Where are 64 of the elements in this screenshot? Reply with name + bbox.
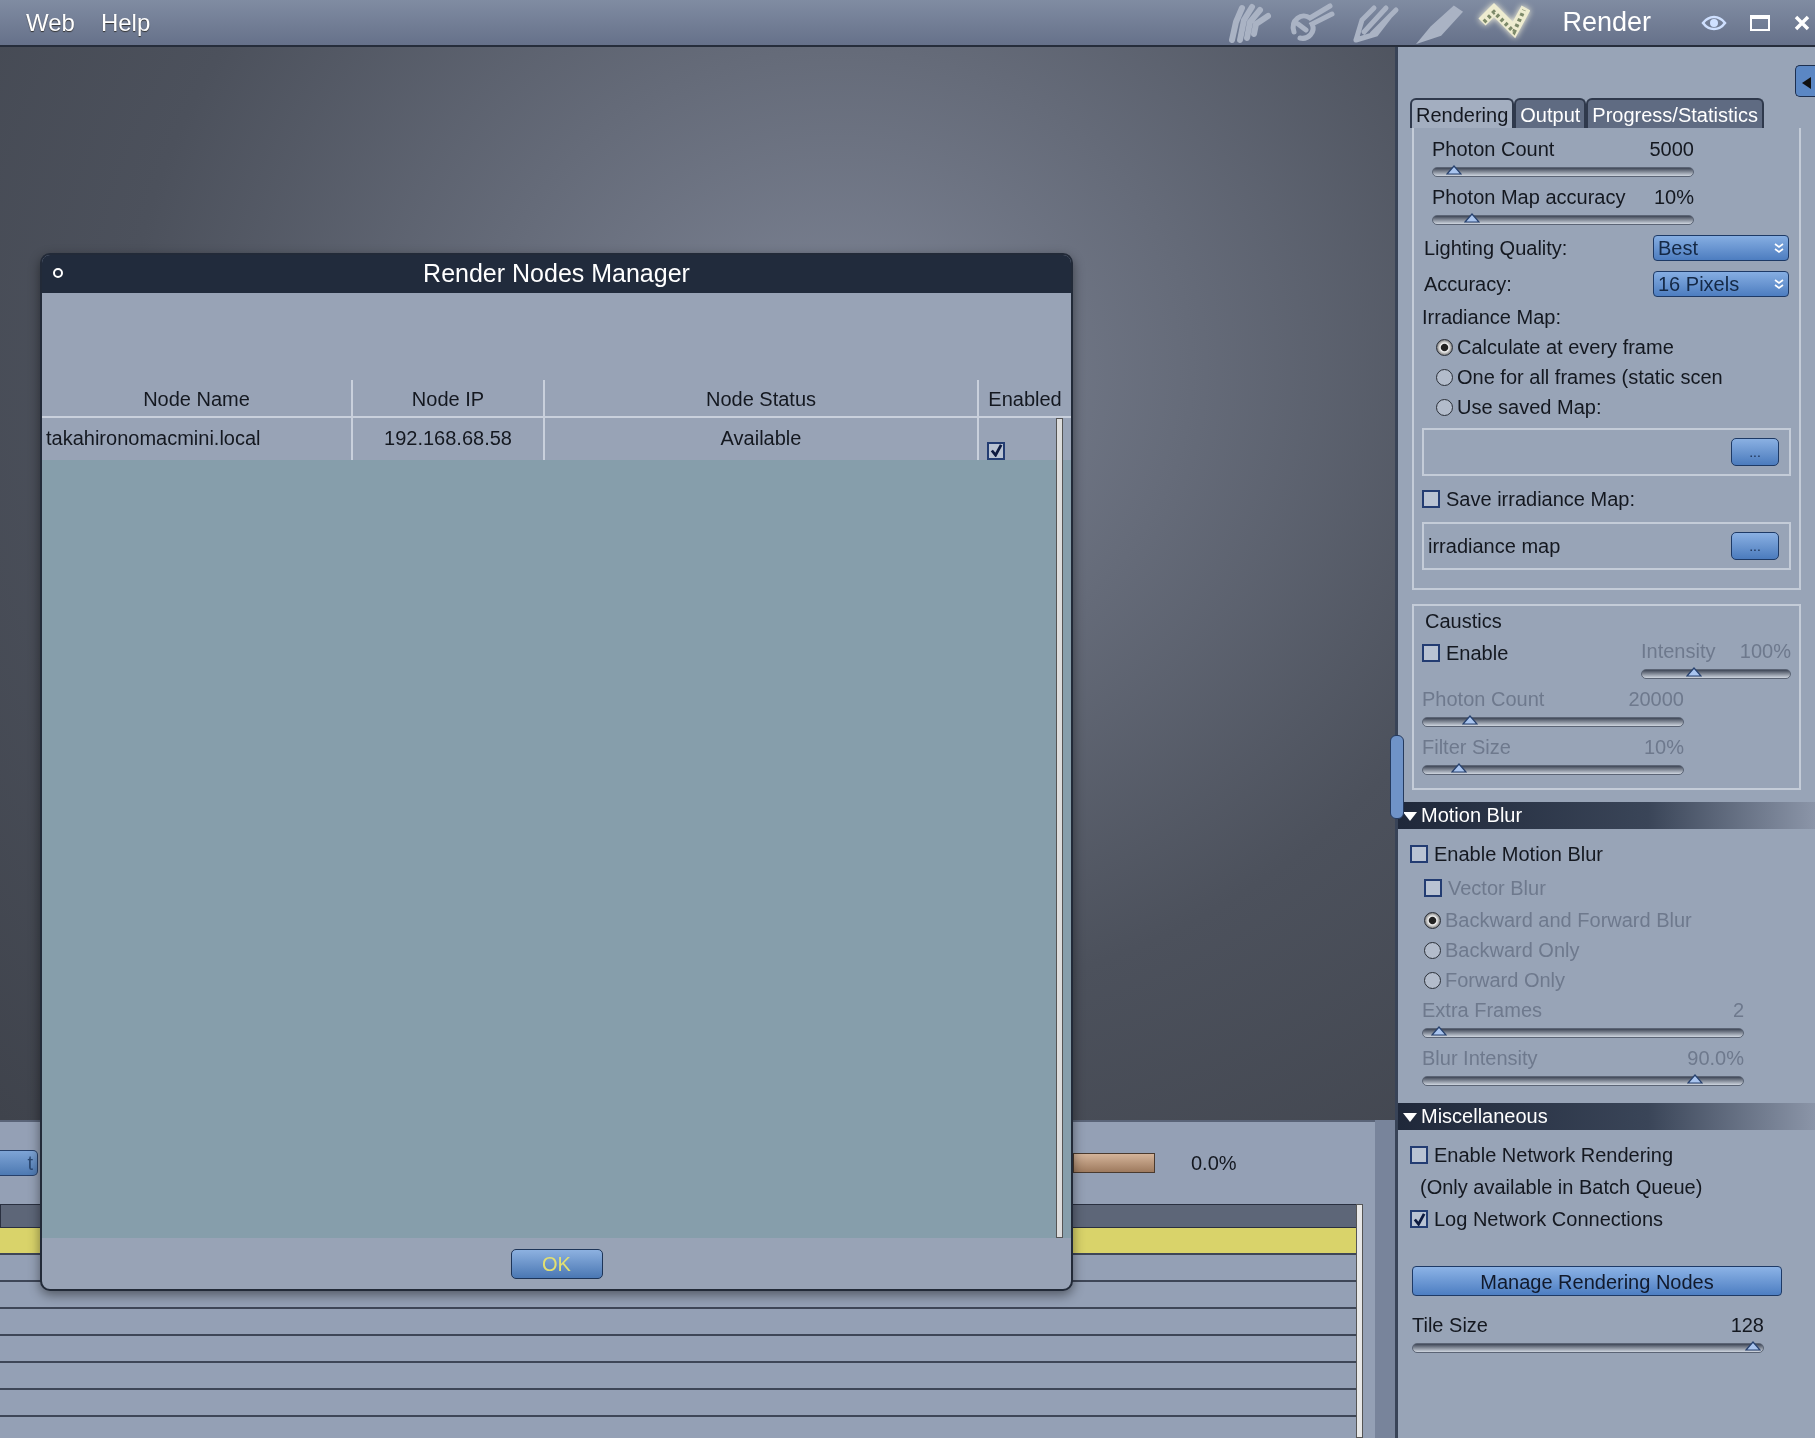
- section-header[interactable]: Miscellaneous: [1398, 1103, 1815, 1130]
- checkbox[interactable]: [987, 441, 1005, 460]
- note-text: (Only available in Batch Queue): [1420, 1175, 1703, 1200]
- tab[interactable]: Rendering: [1410, 98, 1515, 128]
- progress-reading: 0.0%: [1191, 1151, 1237, 1176]
- radio-button[interactable]: [1436, 368, 1453, 386]
- column-header[interactable]: Node Name: [42, 380, 353, 418]
- checkbox-label: Enable Network Rendering: [1434, 1143, 1674, 1168]
- collapse-button[interactable]: [1795, 65, 1815, 97]
- slider-reading: 10%: [1653, 185, 1694, 210]
- tab[interactable]: Output: [1514, 98, 1587, 128]
- slider-reading: 128: [1730, 1313, 1764, 1338]
- radio-label: Calculate at every frame: [1457, 335, 1674, 360]
- scrollbar[interactable]: [1356, 1204, 1363, 1438]
- room-title: Render: [1562, 6, 1651, 40]
- field-label: Lighting Quality:: [1424, 236, 1568, 261]
- checkbox-label: Save irradiance Map:: [1446, 487, 1635, 512]
- caret-icon: [1774, 242, 1784, 254]
- column-header[interactable]: Enabled: [979, 380, 1071, 418]
- column-header[interactable]: Node IP: [353, 380, 545, 418]
- dropdown[interactable]: 16 Pixels: [1653, 271, 1789, 297]
- file-path-field[interactable]: irradiance map ...: [1422, 522, 1791, 570]
- radio-label: Use saved Map:: [1457, 395, 1602, 420]
- radio-button[interactable]: [1436, 338, 1453, 356]
- caret-icon: [1774, 278, 1784, 290]
- slider-thumb[interactable]: [1464, 213, 1480, 223]
- dialog-title: Render Nodes Manager: [423, 258, 690, 290]
- checkbox-label: Log Network Connections: [1434, 1207, 1663, 1232]
- slider-track[interactable]: [1412, 1343, 1764, 1353]
- menu-item[interactable]: Web: [13, 4, 88, 41]
- slider-label: Tile Size: [1412, 1313, 1488, 1338]
- radio-button[interactable]: [1436, 398, 1453, 416]
- browse-button[interactable]: ...: [1731, 438, 1779, 466]
- triangle-down-icon: [1402, 809, 1418, 822]
- checkbox-label: Enable Motion Blur: [1434, 842, 1603, 867]
- slider-label: Photon Count: [1432, 137, 1555, 162]
- slider-thumb[interactable]: [1445, 165, 1462, 175]
- manage-nodes-button[interactable]: Manage Rendering Nodes: [1412, 1266, 1782, 1296]
- triangle-down-icon: [1402, 1110, 1418, 1123]
- panel-handle[interactable]: [1390, 735, 1404, 819]
- file-path-field[interactable]: ...: [1422, 428, 1791, 476]
- browse-button[interactable]: ...: [1731, 532, 1779, 560]
- dropdown[interactable]: Best: [1653, 235, 1789, 261]
- column-header[interactable]: Node Status: [545, 380, 979, 418]
- radio-label: One for all frames (static scen: [1457, 365, 1723, 390]
- slider-thumb[interactable]: [1744, 1341, 1761, 1351]
- slider-track[interactable]: [1432, 215, 1694, 225]
- slider-track[interactable]: [1432, 167, 1694, 177]
- checkbox[interactable]: [1410, 1210, 1428, 1228]
- tab[interactable]: Progress/Statistics: [1586, 98, 1764, 128]
- section-label: Irradiance Map:: [1422, 305, 1561, 330]
- scrollbar[interactable]: [1056, 418, 1063, 1238]
- close-icon[interactable]: [52, 267, 64, 279]
- checkbox[interactable]: [1410, 845, 1428, 863]
- checkbox[interactable]: [1422, 490, 1440, 508]
- slider-reading: 5000: [1649, 137, 1694, 162]
- slider-label: Photon Map accuracy: [1432, 185, 1626, 210]
- field-label: Accuracy:: [1424, 272, 1512, 297]
- checkbox[interactable]: [1422, 644, 1440, 662]
- menu-item[interactable]: Help: [87, 4, 164, 41]
- section-header[interactable]: Motion Blur: [1398, 802, 1815, 829]
- checkbox[interactable]: [1410, 1146, 1428, 1164]
- start-button[interactable]: t: [0, 1150, 38, 1176]
- checkbox-label: Enable: [1446, 641, 1509, 666]
